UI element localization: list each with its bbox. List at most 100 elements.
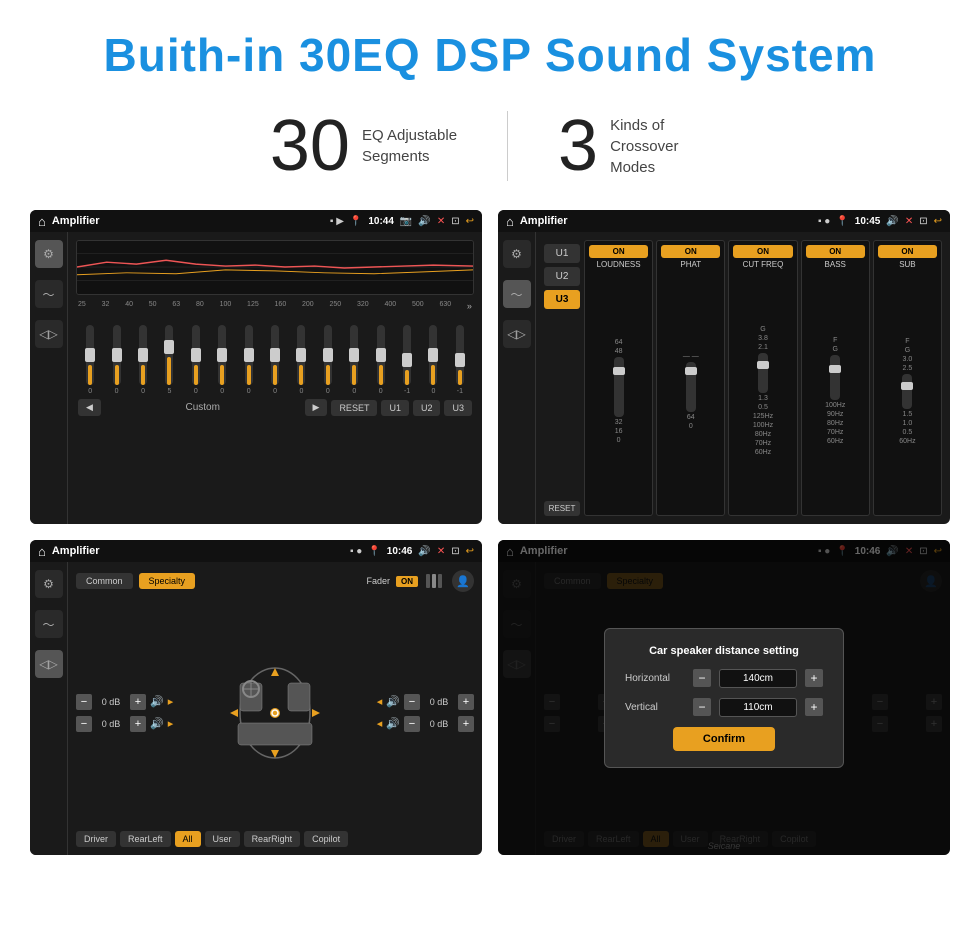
- eq-slider-13[interactable]: 0: [421, 325, 445, 395]
- eq-slider-5[interactable]: 0: [210, 325, 234, 395]
- volume-icon-1: 🔊: [418, 216, 430, 227]
- home-icon-2[interactable]: ⌂: [506, 214, 514, 229]
- sidebar-btn-eq2[interactable]: ⚙: [503, 240, 531, 268]
- speaker-left-controls: − 0 dB + 🔊 ▸ − 0 dB + 🔊: [76, 598, 173, 826]
- reset-btn-2[interactable]: RESET: [544, 501, 580, 516]
- sidebar-btn-eq[interactable]: ⚙: [35, 240, 63, 268]
- back-icon-1[interactable]: ↩: [466, 216, 474, 227]
- sidebar-btn-vol[interactable]: ◁▷: [35, 320, 63, 348]
- eq-slider-4[interactable]: 0: [184, 325, 208, 395]
- db-val-rr: 0 dB: [424, 719, 454, 729]
- inc-btn-rl[interactable]: +: [130, 716, 146, 732]
- u3-btn-1[interactable]: U3: [444, 400, 472, 416]
- home-icon-3[interactable]: ⌂: [38, 544, 46, 559]
- inc-btn-rr[interactable]: +: [458, 716, 474, 732]
- distance-dialog-overlay: Car speaker distance setting Horizontal …: [498, 540, 950, 854]
- sidebar-btn-vol2[interactable]: ◁▷: [503, 320, 531, 348]
- dec-btn-fr[interactable]: −: [404, 694, 420, 710]
- distance-dialog: Car speaker distance setting Horizontal …: [604, 628, 844, 768]
- bass-on[interactable]: ON: [806, 245, 865, 258]
- copilot-btn[interactable]: Copilot: [304, 831, 348, 847]
- inc-btn-fr[interactable]: +: [458, 694, 474, 710]
- sidebar-btn-vol3[interactable]: ◁▷: [35, 650, 63, 678]
- rearright-btn[interactable]: RearRight: [244, 831, 301, 847]
- cutfreq-slider[interactable]: G 3.8 2.1 1.3 0.5 125Hz 100Hz 80Hz 70Hz: [733, 271, 792, 511]
- user-btn[interactable]: User: [205, 831, 240, 847]
- location-icon-1: 📍: [350, 216, 362, 227]
- speaker-top-row: Common Specialty Fader ON 👤: [76, 570, 474, 592]
- eq-slider-7[interactable]: 0: [263, 325, 287, 395]
- inc-btn-fl[interactable]: +: [130, 694, 146, 710]
- sidebar-btn-eq3[interactable]: ⚙: [35, 570, 63, 598]
- screen2-time: 10:45: [855, 216, 881, 227]
- phat-on[interactable]: ON: [661, 245, 720, 258]
- u1-select[interactable]: U1: [544, 244, 580, 263]
- prev-btn[interactable]: ◀: [78, 399, 101, 416]
- all-btn[interactable]: All: [175, 831, 201, 847]
- screen-speaker: ⌂ Amplifier ▪ ● 📍 10:46 🔊 ✕ ⊡ ↩ ⚙ 〜 ◁▷ C…: [30, 540, 482, 854]
- left-sidebar-2: ⚙ 〜 ◁▷: [498, 232, 536, 524]
- stats-row: 30 EQ AdjustableSegments 3 Kinds ofCross…: [0, 100, 980, 210]
- driver-btn[interactable]: Driver: [76, 831, 116, 847]
- sidebar-btn-wave[interactable]: 〜: [35, 280, 63, 308]
- main-content-2: U1 U2 U3 RESET ON LOUDNESS 64: [536, 232, 950, 524]
- eq-slider-2[interactable]: 0: [131, 325, 155, 395]
- loudness-on[interactable]: ON: [589, 245, 648, 258]
- rearleft-btn[interactable]: RearLeft: [120, 831, 171, 847]
- channel-loudness: ON LOUDNESS 64 48 32 16 0: [584, 240, 653, 516]
- screen3-time: 10:46: [387, 546, 413, 557]
- close-icon-2: ✕: [905, 216, 913, 227]
- screen1-title: Amplifier: [52, 215, 324, 227]
- db-val-rl: 0 dB: [96, 719, 126, 729]
- u2-btn-1[interactable]: U2: [413, 400, 441, 416]
- dec-btn-rr[interactable]: −: [404, 716, 420, 732]
- eq-slider-10[interactable]: 0: [342, 325, 366, 395]
- common-btn[interactable]: Common: [76, 573, 133, 589]
- loudness-slider[interactable]: 64 48 32 16 0: [589, 271, 648, 511]
- u3-select[interactable]: U3: [544, 290, 580, 309]
- eq-slider-11[interactable]: 0: [368, 325, 392, 395]
- eq-slider-14[interactable]: -1: [448, 325, 472, 395]
- db-row-front-left: − 0 dB + 🔊 ▸: [76, 694, 173, 710]
- bass-slider[interactable]: F G 100Hz 90Hz 80Hz 70Hz 60Hz: [806, 271, 865, 511]
- vertical-dec-btn[interactable]: −: [693, 698, 711, 716]
- eq-slider-9[interactable]: 0: [316, 325, 340, 395]
- confirm-button[interactable]: Confirm: [673, 727, 775, 751]
- sub-on[interactable]: ON: [878, 245, 937, 258]
- eq-slider-12[interactable]: -1: [395, 325, 419, 395]
- cutfreq-on[interactable]: ON: [733, 245, 792, 258]
- header-section: Buith-in 30EQ DSP Sound System: [0, 0, 980, 100]
- u1-btn-1[interactable]: U1: [381, 400, 409, 416]
- eq-slider-1[interactable]: 0: [104, 325, 128, 395]
- eq-slider-6[interactable]: 0: [236, 325, 260, 395]
- specialty-btn[interactable]: Specialty: [139, 573, 196, 589]
- speaker-main: − 0 dB + 🔊 ▸ − 0 dB + 🔊: [76, 598, 474, 826]
- vertical-inc-btn[interactable]: +: [805, 698, 823, 716]
- eq-slider-3[interactable]: 5: [157, 325, 181, 395]
- horizontal-inc-btn[interactable]: +: [805, 669, 823, 687]
- screen-eq-sliders: ⌂ Amplifier ▪ ▶ 📍 10:44 📷 🔊 ✕ ⊡ ↩ ⚙ 〜 ◁▷: [30, 210, 482, 524]
- back-icon-2[interactable]: ↩: [934, 216, 942, 227]
- sidebar-btn-wave2[interactable]: 〜: [503, 280, 531, 308]
- eq-slider-0[interactable]: 0: [78, 325, 102, 395]
- home-icon-1[interactable]: ⌂: [38, 214, 46, 229]
- reset-btn-1[interactable]: RESET: [331, 400, 377, 416]
- loudness-label: LOUDNESS: [597, 260, 641, 269]
- next-btn[interactable]: ▶: [305, 399, 328, 416]
- horizontal-dec-btn[interactable]: −: [693, 669, 711, 687]
- expand-icon-3: ⊡: [451, 546, 459, 557]
- eq-slider-8[interactable]: 0: [289, 325, 313, 395]
- sidebar-btn-wave3[interactable]: 〜: [35, 610, 63, 638]
- channel-phat: ON PHAT — — 64 0: [656, 240, 725, 516]
- page-title: Buith-in 30EQ DSP Sound System: [20, 28, 960, 82]
- sub-slider[interactable]: F G 3.0 2.5 1.5 1.0 0.5 60Hz: [878, 271, 937, 511]
- u2-select[interactable]: U2: [544, 267, 580, 286]
- screens-grid: ⌂ Amplifier ▪ ▶ 📍 10:44 📷 🔊 ✕ ⊡ ↩ ⚙ 〜 ◁▷: [0, 210, 980, 875]
- phat-slider[interactable]: — — 64 0: [661, 271, 720, 511]
- back-icon-3[interactable]: ↩: [466, 546, 474, 557]
- speaker-bottom-row: Driver RearLeft All User RearRight Copil…: [76, 831, 474, 847]
- dec-btn-rl[interactable]: −: [76, 716, 92, 732]
- horizontal-label: Horizontal: [625, 673, 685, 684]
- dec-btn-fl[interactable]: −: [76, 694, 92, 710]
- close-icon-3: ✕: [437, 546, 445, 557]
